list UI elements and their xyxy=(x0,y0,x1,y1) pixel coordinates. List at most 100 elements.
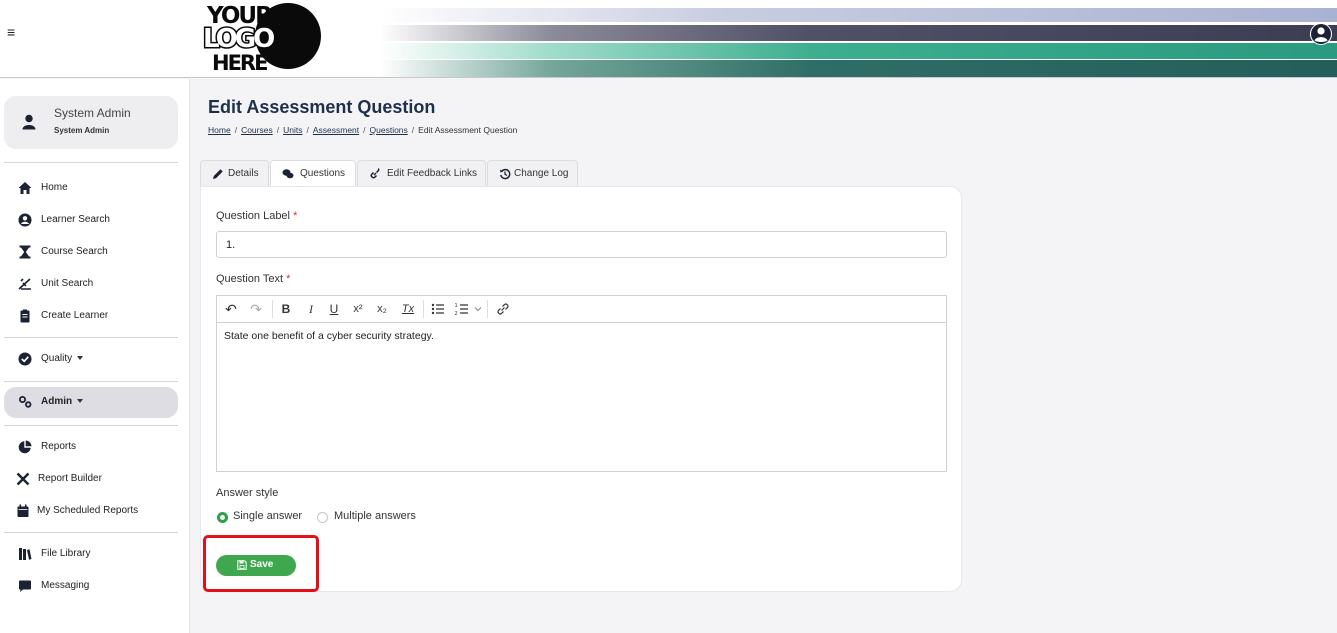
single-answer-radio[interactable] xyxy=(217,512,228,523)
logo-image: YOUR LOGO HERE xyxy=(202,3,321,75)
header-decor-stripe xyxy=(380,60,1337,77)
question-text-heading: Question Text * xyxy=(216,273,291,285)
profile-role: System Admin xyxy=(54,126,110,135)
sidebar-item-create-learner[interactable]: Create Learner xyxy=(4,301,178,331)
divider xyxy=(4,532,178,533)
svg-text:2: 2 xyxy=(455,311,458,317)
sidebar-item-home[interactable]: Home xyxy=(4,173,178,203)
floppy-disk-icon xyxy=(237,560,247,570)
sidebar-item-reports[interactable]: Reports xyxy=(4,432,178,462)
sidebar-item-label: Home xyxy=(41,182,68,193)
undo-icon[interactable]: ↶ xyxy=(223,301,239,317)
tab-label: Details xyxy=(228,168,259,179)
breadcrumb-assessment[interactable]: Assessment xyxy=(313,125,359,135)
header-decor-stripe xyxy=(380,25,1337,41)
bold-button[interactable]: B xyxy=(279,301,293,317)
sidebar-item-my-scheduled-reports[interactable]: My Scheduled Reports xyxy=(4,496,178,526)
question-label-input[interactable] xyxy=(216,231,947,258)
sidebar-item-label: Course Search xyxy=(41,246,108,257)
hamburger-menu-icon[interactable]: ≡ xyxy=(7,25,15,39)
clipboard-icon xyxy=(20,309,30,323)
link-icon xyxy=(370,168,380,179)
breadcrumb-courses[interactable]: Courses xyxy=(241,125,273,135)
svg-text:HERE: HERE xyxy=(212,51,267,75)
user-circle-icon[interactable] xyxy=(1310,23,1332,45)
save-label: Save xyxy=(250,559,274,570)
tab-details[interactable]: Details xyxy=(200,160,269,186)
breadcrumb-separator: / xyxy=(306,125,309,135)
sidebar-item-messaging[interactable]: Messaging xyxy=(4,571,178,601)
pie-chart-icon xyxy=(18,440,32,454)
sidebar-item-learner-search[interactable]: Learner Search xyxy=(4,205,178,235)
italic-button[interactable]: I xyxy=(304,301,318,317)
divider xyxy=(4,425,178,426)
sidebar-item-label: Unit Search xyxy=(41,278,94,289)
sidebar-item-report-builder[interactable]: Report Builder xyxy=(4,464,178,494)
sidebar-item-label: Create Learner xyxy=(41,310,109,321)
sidebar-item-course-search[interactable]: Course Search xyxy=(4,237,178,267)
breadcrumb-separator: / xyxy=(234,125,238,135)
sidebar-item-label: Learner Search xyxy=(41,214,110,225)
sidebar-item-quality[interactable]: Quality xyxy=(4,344,178,374)
tab-change-log[interactable]: Change Log xyxy=(487,160,578,186)
page-title: Edit Assessment Question xyxy=(208,97,436,117)
svg-text:LOGO: LOGO xyxy=(203,24,274,54)
question-label-heading: Question Label * xyxy=(216,210,298,222)
chevron-down-icon[interactable] xyxy=(473,301,483,317)
bullet-list-icon[interactable] xyxy=(430,301,446,317)
user-circle-icon xyxy=(18,213,32,227)
history-icon xyxy=(500,168,511,180)
sidebar-item-label: Admin xyxy=(41,396,84,407)
editor-content[interactable]: State one benefit of a cyber security st… xyxy=(224,330,434,342)
tab-questions[interactable]: Questions xyxy=(270,160,356,188)
breadcrumb-separator: / xyxy=(363,125,366,135)
user-icon xyxy=(22,114,36,130)
question-form-card: Question Label * Question Text * ↶ ↷ B I… xyxy=(200,186,962,592)
sidebar-item-label: Reports xyxy=(41,441,77,452)
tab-edit-feedback-links[interactable]: Edit Feedback Links xyxy=(357,160,486,186)
ruler-icon xyxy=(18,278,31,290)
sidebar-item-admin[interactable]: Admin xyxy=(4,387,178,418)
books-icon xyxy=(19,548,32,560)
underline-button[interactable]: U xyxy=(327,301,341,317)
breadcrumb-units[interactable]: Units xyxy=(283,125,302,135)
toolbar-divider xyxy=(487,300,488,318)
calendar-icon xyxy=(17,504,29,517)
sidebar-item-unit-search[interactable]: Unit Search xyxy=(4,269,178,299)
breadcrumb-home[interactable]: Home xyxy=(208,125,231,135)
superscript-button[interactable]: x² xyxy=(349,301,367,317)
clear-format-button[interactable]: Tx xyxy=(399,301,417,317)
message-icon xyxy=(19,580,31,592)
check-circle-icon xyxy=(18,352,32,366)
numbered-list-icon[interactable]: 12 xyxy=(454,301,470,317)
divider xyxy=(4,337,178,338)
save-button[interactable]: Save xyxy=(216,555,296,576)
tab-label: Change Log xyxy=(514,168,569,179)
multiple-answers-radio[interactable] xyxy=(317,512,328,523)
hourglass-icon xyxy=(19,245,31,259)
editor-toolbar: ↶ ↷ B I U x² x₂ Tx 12 xyxy=(217,296,946,323)
caret-down-icon xyxy=(77,356,84,361)
toolbar-divider xyxy=(423,300,424,318)
profile-name: System Admin xyxy=(54,106,131,120)
sidebar-item-label: Quality xyxy=(41,353,84,364)
subscript-button[interactable]: x₂ xyxy=(373,301,391,317)
sidebar-item-label: File Library xyxy=(41,548,91,559)
breadcrumb-current: Edit Assessment Question xyxy=(418,125,518,135)
user-profile-card[interactable]: System Admin System Admin xyxy=(4,96,178,149)
sidebar-item-label: My Scheduled Reports xyxy=(37,505,139,516)
multiple-answers-label[interactable]: Multiple answers xyxy=(334,510,416,522)
breadcrumb-questions[interactable]: Questions xyxy=(370,125,408,135)
single-answer-label[interactable]: Single answer xyxy=(233,510,302,522)
breadcrumb-separator: / xyxy=(411,125,415,135)
link-icon[interactable] xyxy=(495,301,511,317)
breadcrumb: Home / Courses / Units / Assessment / Questions /… xyxy=(208,125,517,135)
redo-icon[interactable]: ↷ xyxy=(248,301,264,317)
header-decor-stripe xyxy=(380,8,1337,22)
sidebar-item-file-library[interactable]: File Library xyxy=(4,539,178,569)
cogs-icon xyxy=(19,396,32,408)
answer-style-heading: Answer style xyxy=(216,487,279,499)
divider xyxy=(4,162,178,163)
tab-label: Edit Feedback Links xyxy=(387,168,478,179)
sidebar-item-label: Report Builder xyxy=(38,473,102,484)
